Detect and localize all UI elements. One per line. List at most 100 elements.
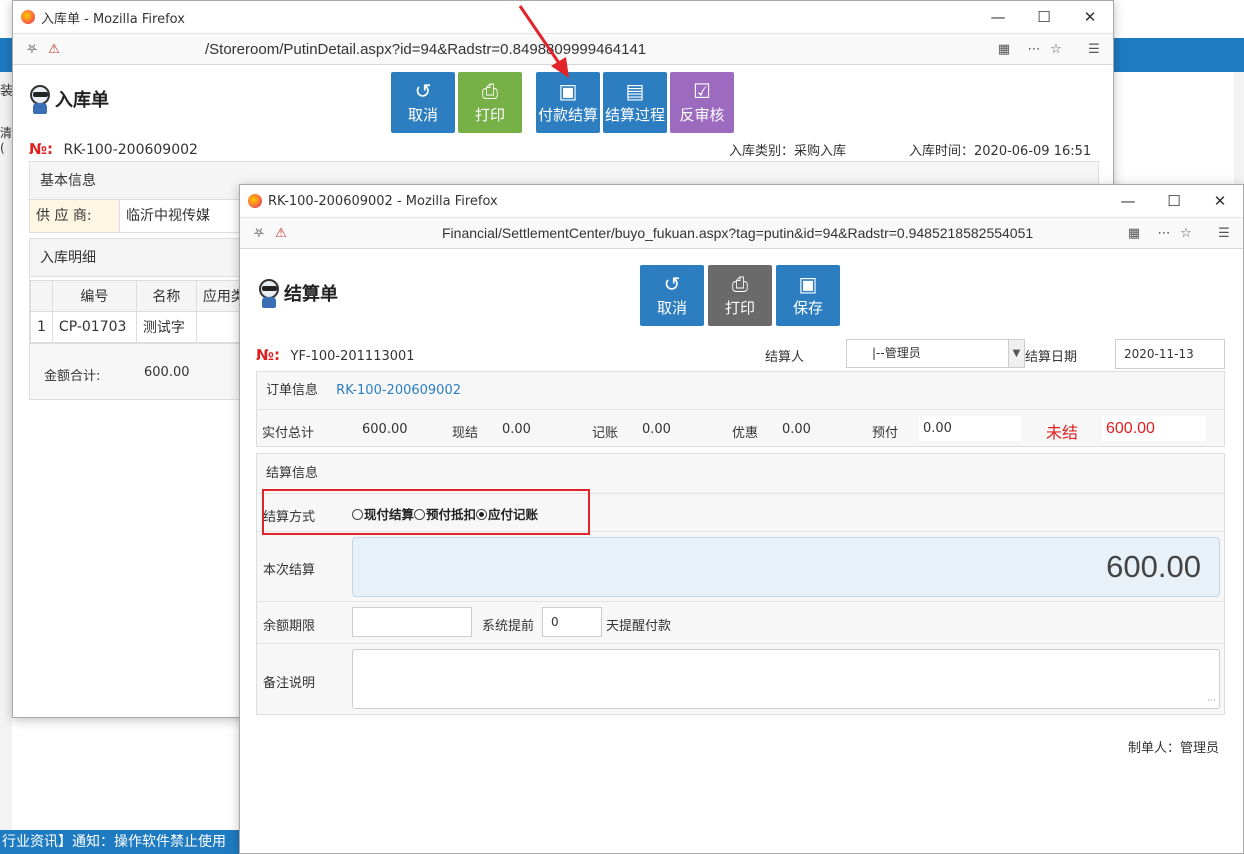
remind-label: 系统提前 — [482, 619, 535, 634]
settler-label: 结算人 — [765, 350, 805, 365]
check-icon: ☑ — [693, 79, 711, 103]
print-button[interactable]: ⎙ 打印 — [708, 265, 772, 326]
due-label: 余额期限 — [263, 619, 316, 634]
table-cell: 1 — [30, 311, 53, 343]
qr-code-icon[interactable]: ▦ — [993, 42, 1015, 57]
summary-prepaid-value: 0.00 — [919, 416, 1021, 441]
close-icon[interactable]: ✕ — [1197, 192, 1243, 210]
storage-time: 入库时间：2020-06-09 16:51 — [909, 140, 1091, 159]
settlement-info-title: 结算信息 — [257, 454, 1224, 494]
back-print-button[interactable]: ⎙ 打印 — [458, 72, 522, 133]
mascot-logo — [27, 83, 53, 115]
back-address-bar[interactable]: ⛧ ⚠ /Storeroom/PutinDetail.aspx?id=94&Ra… — [13, 33, 1113, 65]
summary-account-value: 0.00 — [642, 422, 671, 437]
due-row: 余额期限 系统提前 0 天提醒付款 — [257, 602, 1224, 644]
front-toolbar: ↺ 取消 ⎙ 打印 ▣ 保存 — [640, 265, 840, 326]
chevron-down-icon[interactable]: ▼ — [1008, 340, 1024, 367]
remind-suffix: 天提醒付款 — [606, 619, 672, 634]
back-page-title: 入库单 — [27, 83, 109, 115]
storage-time-label: 入库时间： — [909, 144, 975, 159]
insecure-lock-icon[interactable]: ⚠ — [270, 226, 292, 241]
summary-unpaid-label: 未结 — [1046, 423, 1079, 442]
annotation-highlight-box — [262, 489, 590, 535]
shield-icon[interactable]: ⛧ — [21, 42, 43, 57]
note-textarea[interactable]: ⋯ — [352, 649, 1220, 709]
supplier-label: 供 应 商: — [30, 200, 120, 232]
minimize-icon[interactable]: — — [1105, 192, 1151, 210]
money-icon: ▣ — [558, 79, 578, 103]
payment-settlement-button[interactable]: ▣ 付款结算 — [536, 72, 600, 133]
this-settle-amount[interactable]: 600.00 — [352, 537, 1220, 597]
insecure-lock-icon[interactable]: ⚠ — [43, 42, 65, 57]
front-page-title: 结算单 — [256, 277, 338, 309]
summary-discount-label: 优惠 — [732, 426, 759, 441]
settler-select[interactable]: |--管理员 ▼ — [846, 339, 1025, 368]
front-address-bar[interactable]: ⛧ ⚠ Financial/SettlementCenter/buyo_fuku… — [240, 217, 1243, 249]
save-label: 保存 — [792, 299, 823, 317]
background-left-edge: 装 清( — [0, 72, 13, 832]
maker-label: 制单人： — [1128, 741, 1181, 756]
detail-header: 编号 — [51, 280, 137, 312]
order-link[interactable]: RK-100-200609002 — [336, 383, 461, 398]
menu-icon[interactable]: ☰ — [1083, 42, 1105, 57]
bookmark-star-icon[interactable]: ☆ — [1175, 226, 1197, 241]
summary-discount-value: 0.00 — [782, 422, 811, 437]
mascot-logo — [256, 277, 282, 309]
minimize-icon[interactable]: — — [975, 8, 1021, 26]
no-label: №: — [256, 346, 281, 364]
no-value: YF-100-201113001 — [290, 349, 415, 364]
settlement-process-button[interactable]: ▤ 结算过程 — [603, 72, 667, 133]
unaudit-button[interactable]: ☑ 反审核 — [670, 72, 734, 133]
front-page-title-text: 结算单 — [284, 284, 338, 305]
front-window-title: RK-100-200609002 - Mozilla Firefox — [268, 193, 498, 209]
due-field[interactable] — [352, 607, 472, 637]
more-icon[interactable]: ⋯ — [1023, 42, 1045, 57]
detail-header — [30, 280, 53, 312]
menu-icon[interactable]: ☰ — [1213, 226, 1235, 241]
back-url-text[interactable]: /Storeroom/PutinDetail.aspx?id=94&Radstr… — [65, 41, 993, 58]
storage-type-value: 采购入库 — [794, 144, 847, 159]
summary-unpaid-value: 600.00 — [1102, 416, 1206, 441]
back-toolbar: ↺ 取消 ⎙ 打印 ▣ 付款结算 ▤ 结算过程 ☑ 反审核 — [391, 72, 734, 133]
background-left-text-2: 清( — [0, 126, 13, 155]
summary-cash-value: 0.00 — [502, 422, 531, 437]
detail-header: 名称 — [135, 280, 197, 312]
undo-icon: ↺ — [663, 272, 681, 296]
supplier-value: 临沂中视传媒 — [126, 208, 210, 224]
summary-account-label: 记账 — [592, 426, 619, 441]
firefox-icon — [21, 10, 35, 24]
table-cell: CP-01703 — [51, 311, 137, 343]
summary-prepaid-label: 预付 — [872, 426, 899, 441]
this-settle-row: 本次结算 600.00 — [257, 532, 1224, 602]
document-icon: ▤ — [625, 79, 645, 103]
resize-grip-icon[interactable]: ⋯ — [1207, 696, 1216, 706]
settlement-process-label: 结算过程 — [604, 106, 665, 124]
cancel-button[interactable]: ↺ 取消 — [640, 265, 704, 326]
shield-icon[interactable]: ⛧ — [248, 226, 270, 241]
qr-code-icon[interactable]: ▦ — [1123, 226, 1145, 241]
front-url-text[interactable]: Financial/SettlementCenter/buyo_fukuan.a… — [292, 225, 1123, 241]
no-value: RK-100-200609002 — [63, 142, 198, 158]
settlement-number: №: YF-100-201113001 — [256, 346, 415, 364]
settler-value: |--管理员 — [872, 346, 921, 360]
close-icon[interactable]: ✕ — [1067, 8, 1113, 26]
date-field[interactable]: 2020-11-13 — [1115, 339, 1225, 369]
back-cancel-button[interactable]: ↺ 取消 — [391, 72, 455, 133]
bookmark-star-icon[interactable]: ☆ — [1045, 42, 1067, 57]
back-window-titlebar: 入库单 - Mozilla Firefox — ☐ ✕ — [13, 1, 1113, 33]
total-label: 金额合计: — [44, 369, 101, 384]
remind-days-field[interactable]: 0 — [542, 607, 602, 637]
maximize-icon[interactable]: ☐ — [1021, 8, 1067, 26]
storage-type: 入库类别：采购入库 — [729, 140, 846, 159]
note-label: 备注说明 — [263, 676, 316, 691]
print-icon: ⎙ — [732, 272, 748, 296]
unaudit-label: 反审核 — [679, 106, 725, 124]
table-row[interactable]: 1 CP-01703 测试字 — [30, 311, 257, 343]
payment-settlement-label: 付款结算 — [537, 106, 598, 124]
save-button[interactable]: ▣ 保存 — [776, 265, 840, 326]
maximize-icon[interactable]: ☐ — [1151, 192, 1197, 210]
firefox-icon — [248, 194, 262, 208]
more-icon[interactable]: ⋯ — [1153, 226, 1175, 241]
note-row: 备注说明 ⋯ — [257, 644, 1224, 716]
table-cell: 测试字 — [135, 311, 197, 343]
